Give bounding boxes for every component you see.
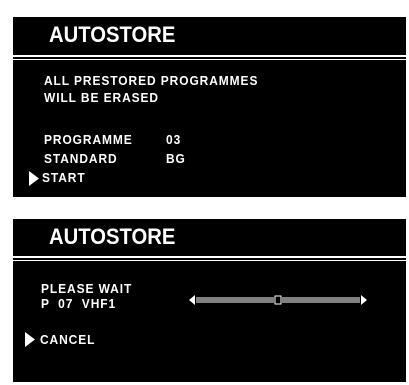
title-separator <box>13 55 406 57</box>
start-option[interactable]: START <box>42 170 86 185</box>
autostore-progress-screen: AUTOSTORE PLEASE WAIT P 07 VHF1 CANCEL <box>13 219 406 382</box>
programme-value[interactable]: 03 <box>166 132 181 147</box>
selection-arrow-icon <box>25 332 35 347</box>
standard-value[interactable]: BG <box>166 151 186 166</box>
selection-arrow-icon <box>29 171 39 186</box>
right-arrow-icon <box>361 295 367 305</box>
title-separator-thin <box>13 260 406 261</box>
search-progress-bar <box>189 295 367 305</box>
screen-title: AUTOSTORE <box>49 224 176 249</box>
programme-label: PROGRAMME <box>44 132 133 147</box>
screen-title: AUTOSTORE <box>49 22 176 47</box>
erase-warning-line2: WILL BE ERASED <box>44 90 159 105</box>
autostore-confirm-screen: AUTOSTORE ALL PRESTORED PROGRAMMES WILL … <box>13 17 406 197</box>
progress-marker <box>274 295 282 305</box>
title-separator-thin <box>13 59 406 60</box>
standard-label: STANDARD <box>44 151 118 166</box>
left-arrow-icon <box>189 295 195 305</box>
title-separator <box>13 256 406 258</box>
erase-warning-line1: ALL PRESTORED PROGRAMMES <box>44 73 259 88</box>
channel-status-text: P 07 VHF1 <box>41 296 117 311</box>
please-wait-text: PLEASE WAIT <box>41 281 133 296</box>
cancel-option[interactable]: CANCEL <box>40 332 95 347</box>
